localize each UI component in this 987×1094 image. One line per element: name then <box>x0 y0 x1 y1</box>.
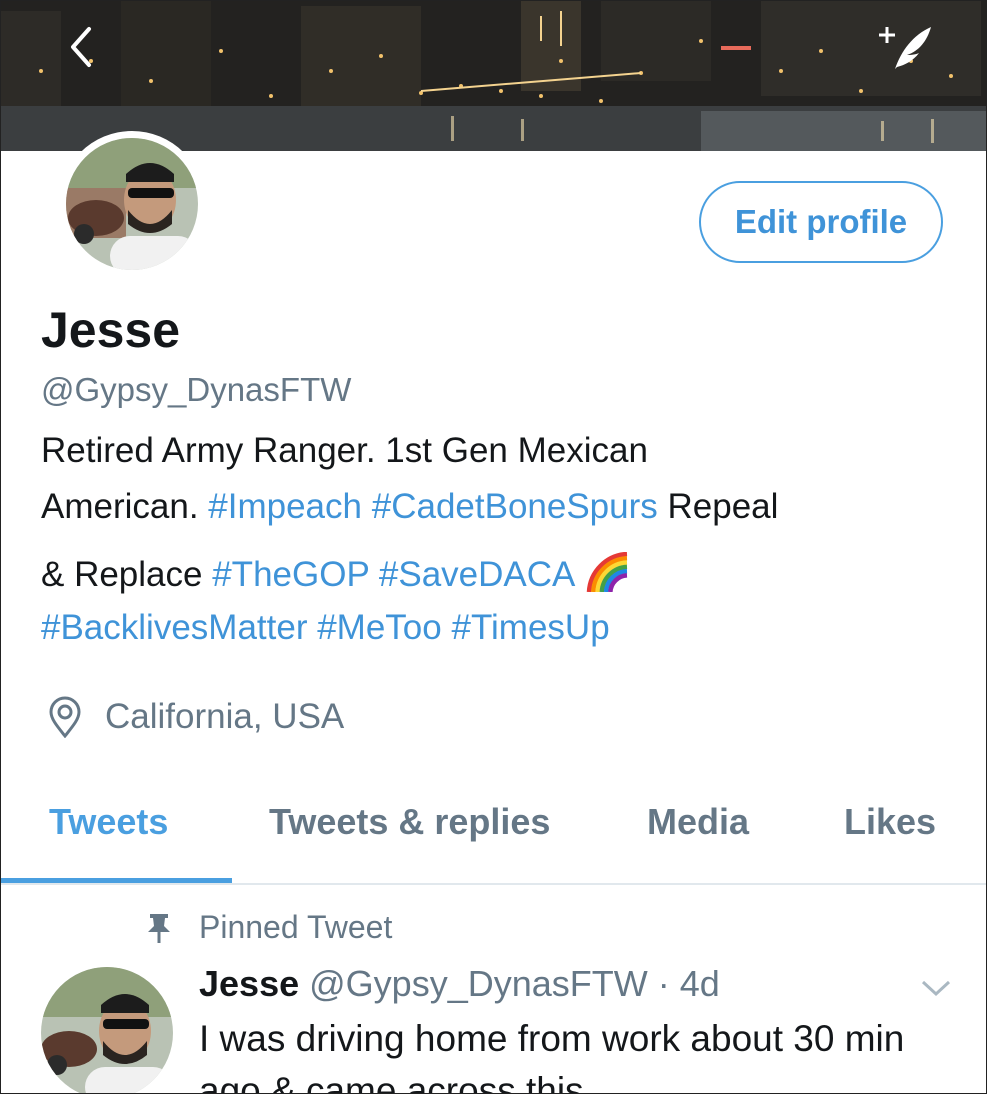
profile-location: California, USA <box>47 696 344 738</box>
location-text: California, USA <box>105 697 345 736</box>
profile-bio: Retired Army Ranger. 1st Gen Mexican Amer… <box>41 433 941 666</box>
bio-text <box>369 555 379 594</box>
tab-tweets[interactable]: Tweets <box>49 801 168 843</box>
chevron-down-icon <box>921 980 951 997</box>
hashtag-link[interactable]: #CadetBoneSpurs <box>372 487 658 526</box>
hashtag-link[interactable]: #TheGOP <box>212 555 369 594</box>
hashtag-link[interactable]: #MeToo <box>317 608 442 647</box>
bio-text <box>362 487 372 526</box>
avatar-photo <box>66 138 198 270</box>
bio-text <box>573 555 583 594</box>
tweet-author-name[interactable]: Jesse <box>199 963 299 1004</box>
bio-line: & Replace #TheGOP #SaveDACA <box>41 551 941 610</box>
tweet-text: I was driving home from work about 30 mi… <box>199 1018 905 1094</box>
bio-line: #BacklivesMatter #MeToo #TimesUp <box>41 610 941 666</box>
bio-text: Retired Army Ranger. 1st Gen Mexican <box>41 431 648 470</box>
bio-line: Retired Army Ranger. 1st Gen Mexican <box>41 433 941 489</box>
hashtag-link[interactable]: #SaveDACA <box>379 555 574 594</box>
bio-text <box>307 608 317 647</box>
compose-tweet-button[interactable] <box>873 21 937 77</box>
profile-handle: @Gypsy_DynasFTW <box>41 371 352 408</box>
location-pin-icon <box>49 696 81 738</box>
tweet-author-avatar[interactable] <box>41 967 173 1093</box>
compose-tweet-icon <box>879 27 931 69</box>
tab-likes[interactable]: Likes <box>844 801 936 843</box>
bio-line: American. #Impeach #CadetBoneSpurs Repea… <box>41 489 941 552</box>
pushpin-icon <box>148 913 170 943</box>
tab-tweets-and-replies[interactable]: Tweets & replies <box>269 801 550 843</box>
header-banner-image[interactable] <box>1 1 986 151</box>
pinned-tweet-text: Pinned Tweet <box>199 909 393 945</box>
profile-screen: Edit profile Jesse @Gypsy_DynasFTW Retir… <box>0 0 987 1094</box>
active-tab-indicator <box>1 878 232 883</box>
bio-text: American. <box>41 487 209 526</box>
tweet-options-button[interactable] <box>919 976 953 1000</box>
hashtag-link[interactable]: #TimesUp <box>451 608 609 647</box>
tweet-header: Jesse @Gypsy_DynasFTW · 4d <box>199 963 720 1005</box>
bio-text: Repeal <box>657 487 779 526</box>
profile-name: Jesse <box>41 302 181 358</box>
profile-tabs: Tweets Tweets & replies Media Likes <box>1 791 986 885</box>
hashtag-link[interactable]: #BacklivesMatter <box>41 608 307 647</box>
edit-profile-button[interactable]: Edit profile <box>699 181 943 263</box>
profile-avatar[interactable] <box>59 131 205 277</box>
hashtag-link[interactable]: #Impeach <box>208 487 362 526</box>
pinned-tweet-label: Pinned Tweet <box>144 909 392 946</box>
chevron-left-icon <box>71 27 91 67</box>
tweet-meta: @Gypsy_DynasFTW · 4d <box>309 963 720 1004</box>
back-button[interactable] <box>59 23 107 71</box>
tab-media[interactable]: Media <box>647 801 749 843</box>
rainbow-emoji <box>586 551 628 593</box>
bio-text: & Replace <box>41 555 213 594</box>
